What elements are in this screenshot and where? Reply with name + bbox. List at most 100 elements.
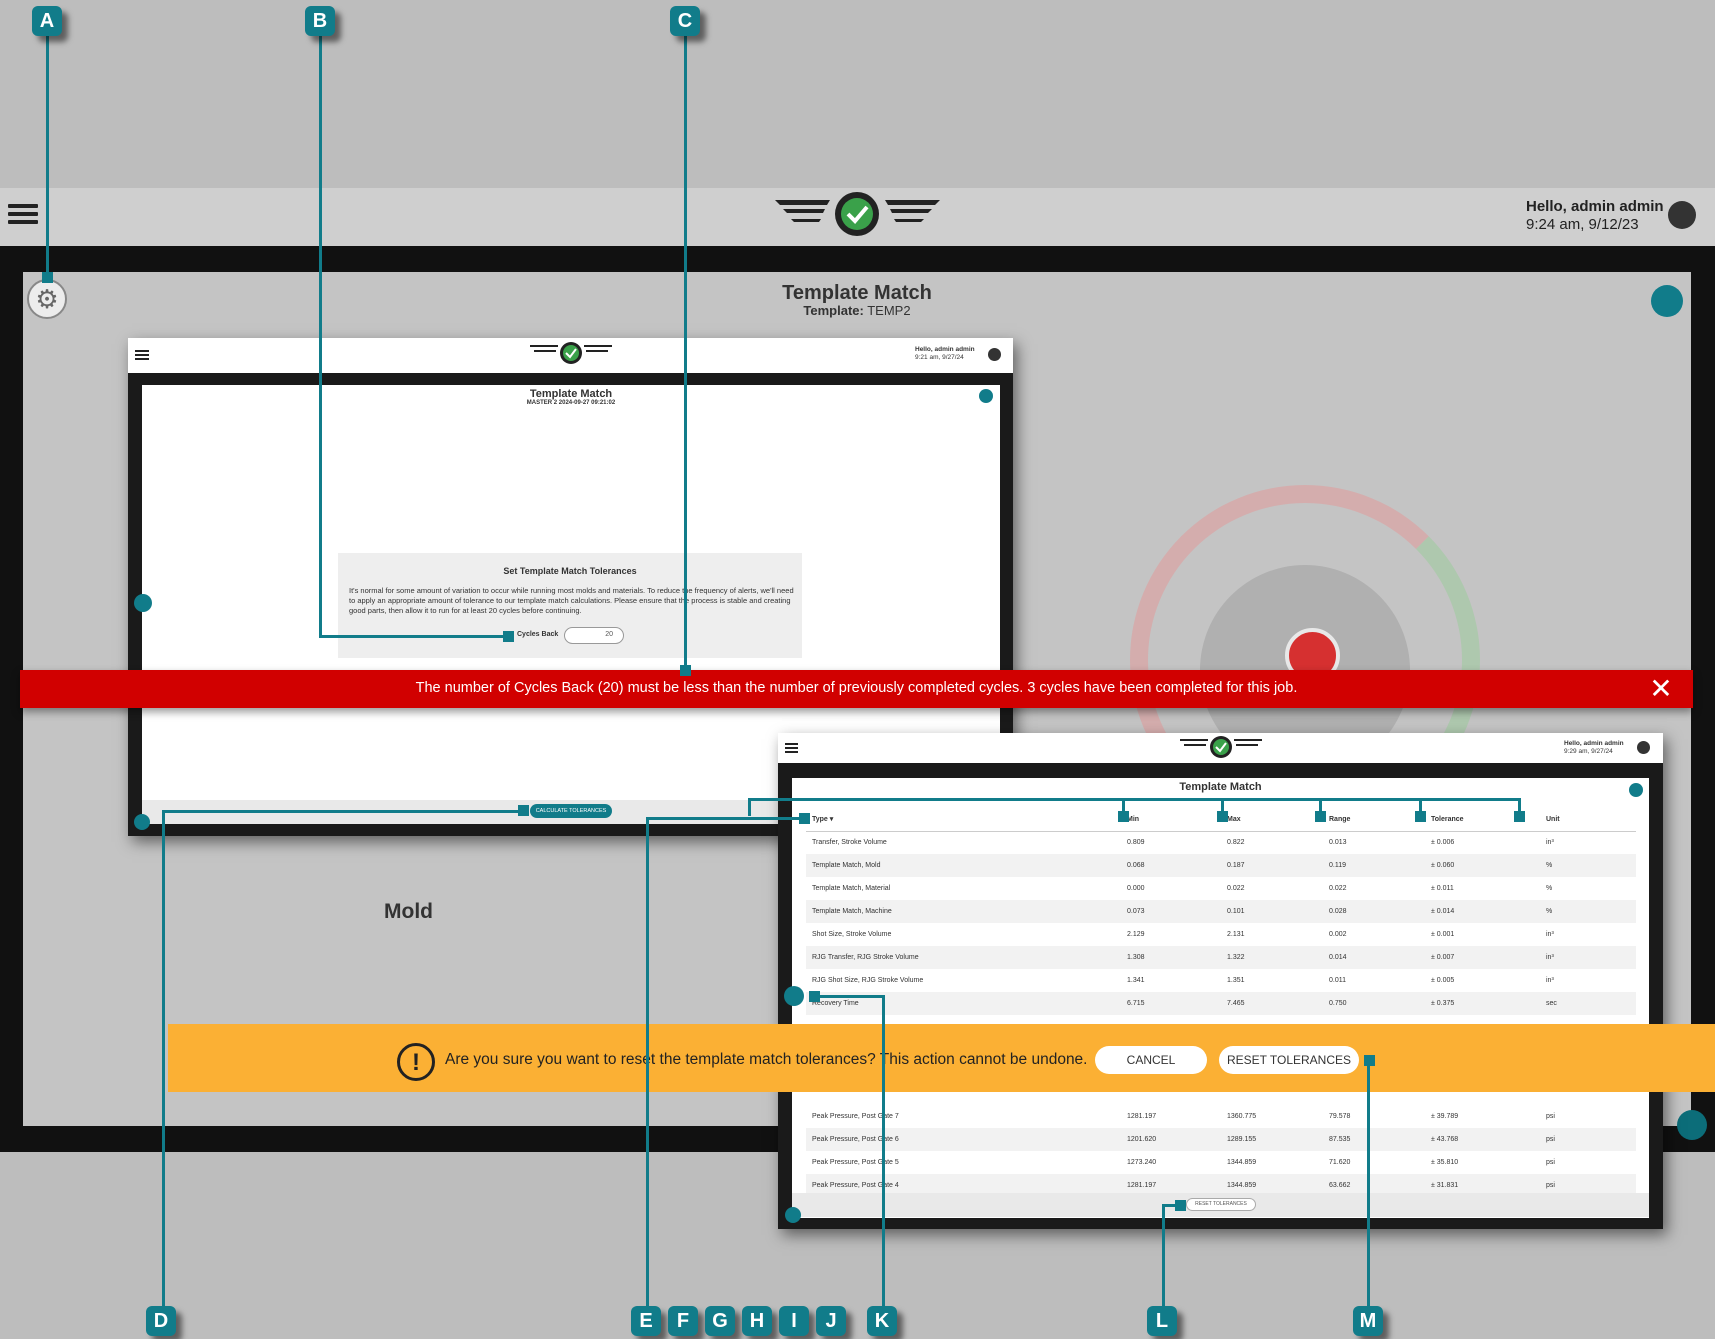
table-row: Shot Size, Stroke Volume 2.129 2.131 0.002 ±…: [806, 923, 1636, 946]
callout-dot-i: [1415, 811, 1426, 822]
table-cell: Peak Pressure, Post Gate 6: [806, 1128, 1121, 1151]
callout-dot-h: [1315, 811, 1326, 822]
table-cell: RJG Transfer, RJG Stroke Volume: [806, 946, 1121, 969]
callout-k: K: [867, 1306, 897, 1336]
ss2-greeting: Hello, admin admin 9:29 am, 9/27/24: [1564, 740, 1624, 755]
table-cell: 2.129: [1127, 931, 1145, 938]
table-cell: 1360.775: [1227, 1113, 1257, 1120]
tolerance-description: It's normal for some amount of variation…: [349, 586, 794, 615]
table-cell: 1344.859: [1227, 1159, 1257, 1166]
table-row: Peak Pressure, Post Gate 5 1273.240 1344.8…: [806, 1151, 1636, 1174]
table-cell: RJG Shot Size, RJG Stroke Volume: [812, 977, 924, 984]
table-cell: ± 0.375: [1425, 992, 1540, 1015]
callout-dot-c: [680, 665, 691, 676]
table-row: Transfer, Stroke Volume 0.809 0.822 0.013 ± …: [806, 831, 1636, 854]
table-cell: ± 0.014: [1425, 900, 1540, 923]
callout-line-a: [46, 36, 49, 276]
table-row: Template Match, Machine 0.073 0.101 0.028 ± …: [806, 900, 1636, 923]
callout-j: J: [816, 1306, 846, 1336]
cancel-button[interactable]: CANCEL: [1095, 1046, 1207, 1074]
callout-line-k: [882, 995, 885, 1314]
tolerance-table-bottom: Peak Pressure, Post Gate 7 1281.197 1360.7…: [806, 1104, 1636, 1197]
table-cell: ± 39.789: [1431, 1113, 1459, 1120]
apps-grid-icon[interactable]: [1651, 285, 1683, 317]
account-icon[interactable]: [1668, 201, 1696, 229]
callout-b: B: [305, 6, 335, 36]
reset-tolerances-button[interactable]: RESET TOLERANCES: [1219, 1046, 1359, 1074]
col-type[interactable]: Type ▾: [806, 808, 1121, 832]
ss1-greeting: Hello, admin admin 9:21 am, 9/27/24: [915, 346, 975, 361]
ss1-collapse-icon[interactable]: [134, 594, 152, 612]
table-cell: 79.578: [1329, 1113, 1351, 1120]
table-cell: 0.068: [1121, 854, 1221, 877]
callout-line-b: [319, 36, 322, 638]
ss1-grid-icon[interactable]: [979, 389, 993, 403]
callout-a: A: [32, 6, 62, 36]
fullscreen-icon[interactable]: [1677, 1110, 1707, 1140]
ss2-collapse-icon[interactable]: [784, 986, 804, 1006]
table-cell: 0.750: [1323, 992, 1425, 1015]
callout-i: I: [779, 1306, 809, 1336]
ss2-fullscreen-icon[interactable]: [785, 1207, 801, 1223]
close-icon[interactable]: ✕: [1645, 674, 1677, 704]
mold-label: Mold: [384, 900, 433, 923]
ss1-fullscreen-icon[interactable]: [134, 814, 150, 830]
callout-dot-l: [1175, 1200, 1186, 1211]
table-cell: 1281.197: [1127, 1113, 1157, 1120]
table-cell: 71.620: [1329, 1159, 1351, 1166]
page-title: Template Match: [782, 282, 932, 304]
menu-icon[interactable]: [8, 200, 38, 228]
callout-line-k2: [812, 995, 885, 998]
table-cell: Peak Pressure, Post Gate 7: [812, 1113, 899, 1120]
callout-l: L: [1147, 1306, 1177, 1336]
ss2-menu-icon[interactable]: [785, 741, 798, 753]
settings-gear-icon[interactable]: ⚙: [27, 279, 67, 319]
callout-m: M: [1353, 1306, 1383, 1336]
col-unit: Unit: [1540, 808, 1636, 832]
table-row: RJG Transfer, RJG Stroke Volume 1.308 1.32…: [806, 946, 1636, 969]
calculate-tolerances-button[interactable]: CALCULATE TOLERANCES: [530, 804, 612, 818]
col-min: Min: [1121, 808, 1221, 832]
table-cell: 0.101: [1221, 900, 1323, 923]
table-cell: 87.535: [1323, 1128, 1425, 1151]
callout-line-m: [1367, 1058, 1370, 1314]
table-cell: in³: [1546, 931, 1554, 938]
table-cell: 0.013: [1329, 839, 1347, 847]
table-cell: 1273.240: [1127, 1159, 1157, 1166]
table-cell: 1.341: [1127, 977, 1145, 984]
callout-dot-b: [503, 631, 514, 642]
table-cell: in³: [1546, 977, 1554, 984]
ss1-subtitle: MASTER 2 2024-09-27 09:21:02: [526, 400, 616, 406]
callout-dot-f: [1118, 811, 1129, 822]
table-row: Peak Pressure, Post Gate 6 1201.620 1289.1…: [806, 1128, 1636, 1151]
callout-tick-h: [1319, 798, 1322, 812]
ss1-menu-icon[interactable]: [135, 348, 149, 360]
ss2-logo-icon: [1180, 736, 1262, 758]
table-cell: 0.119: [1323, 854, 1425, 877]
table-cell: psi: [1546, 1159, 1555, 1166]
table-cell: Template Match, Mold: [806, 854, 1121, 877]
cycles-back-input[interactable]: 20: [564, 627, 624, 644]
ss1-logo-icon: [530, 342, 612, 364]
callout-e: E: [631, 1306, 661, 1336]
ss2-account-icon[interactable]: [1637, 741, 1650, 754]
callout-dot-m: [1364, 1055, 1375, 1066]
confirm-message: Are you sure you want to reset the templ…: [445, 1051, 1088, 1068]
table-cell: Template Match, Machine: [806, 900, 1121, 923]
warning-icon: !: [397, 1043, 435, 1081]
table-row: Peak Pressure, Post Gate 7 1281.197 1360.7…: [806, 1105, 1636, 1128]
table-cell: 0.011: [1329, 977, 1346, 984]
callout-line-e2: [646, 817, 804, 820]
table-cell: %: [1546, 885, 1553, 892]
table-cell: ± 0.006: [1431, 839, 1455, 847]
table-cell: 0.002: [1329, 931, 1347, 938]
reset-tolerances-small-button[interactable]: RESET TOLERANCES: [1186, 1198, 1256, 1211]
callout-tick-f: [1122, 798, 1125, 812]
table-cell: in³: [1546, 839, 1554, 847]
ss2-grid-icon[interactable]: [1629, 783, 1643, 797]
table-cell: ± 0.060: [1425, 854, 1540, 877]
callout-line-d2: [162, 810, 524, 813]
table-cell: ± 35.810: [1431, 1159, 1459, 1166]
col-range: Range: [1323, 808, 1425, 832]
ss1-account-icon[interactable]: [988, 348, 1001, 361]
